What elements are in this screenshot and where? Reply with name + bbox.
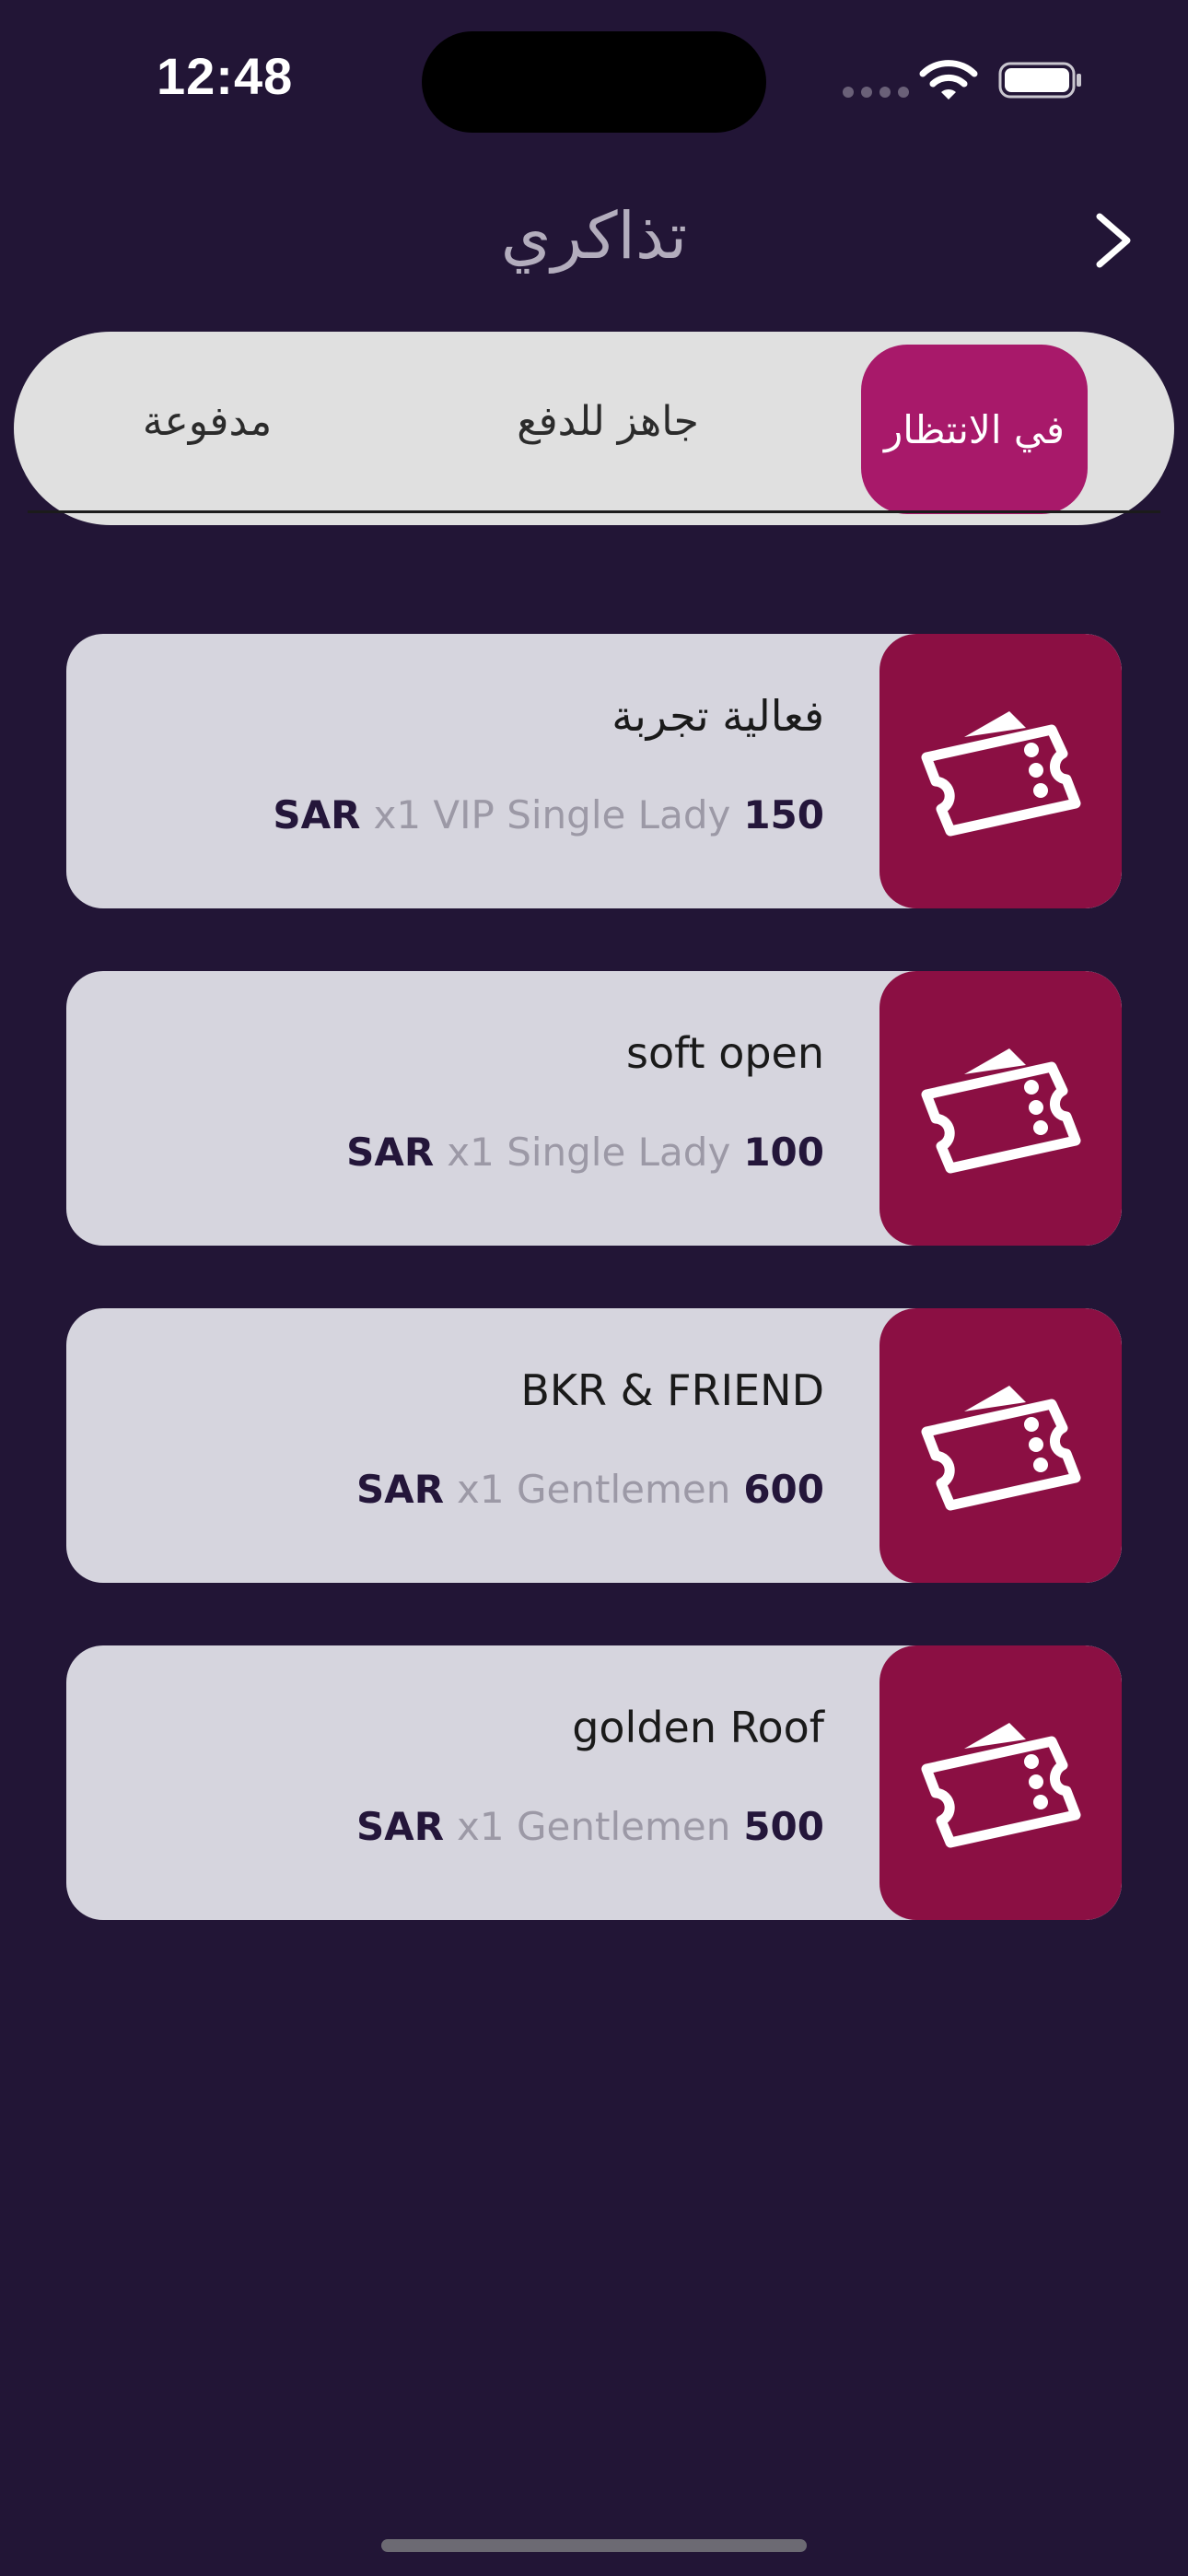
ticket-currency: SAR <box>273 792 361 837</box>
ticket-price: 600 <box>743 1467 824 1512</box>
tab-paid[interactable]: مدفوعة <box>69 332 345 510</box>
ticket-name: فعالية تجربة <box>611 691 824 741</box>
ticket-icon <box>921 1048 1080 1174</box>
ticket-card[interactable]: BKR & FRIEND SAR x1 Gentlemen 600 <box>66 1308 1122 1583</box>
ticket-icon-box <box>879 634 1122 908</box>
ticket-detail: SAR x1 Gentlemen 600 <box>356 1467 824 1512</box>
status-time: 12:48 <box>157 47 294 105</box>
ticket-name: BKR & FRIEND <box>520 1365 824 1415</box>
ticket-description: x1 Gentlemen <box>457 1467 731 1512</box>
ticket-detail: SAR x1 Single Lady 100 <box>346 1130 824 1175</box>
ticket-card[interactable]: golden Roof SAR x1 Gentlemen 500 <box>66 1645 1122 1920</box>
dynamic-island <box>422 31 766 133</box>
cellular-signal-icon <box>843 87 909 98</box>
tab-ready-to-pay[interactable]: جاهز للدفع <box>433 332 783 510</box>
back-chevron-icon[interactable] <box>1087 207 1142 274</box>
tabs-divider <box>28 510 1160 513</box>
ticket-detail: SAR x1 VIP Single Lady 150 <box>273 792 824 837</box>
ticket-description: x1 VIP Single Lady <box>373 792 731 837</box>
page-title: تذاكري <box>500 198 688 274</box>
ticket-card[interactable]: soft open SAR x1 Single Lady 100 <box>66 971 1122 1246</box>
ticket-currency: SAR <box>355 1804 445 1849</box>
home-indicator[interactable] <box>381 2539 807 2552</box>
ticket-name: soft open <box>626 1028 824 1078</box>
ticket-price: 500 <box>743 1804 824 1849</box>
ticket-description: x1 Gentlemen <box>457 1804 731 1849</box>
ticket-description: x1 Single Lady <box>447 1130 731 1175</box>
ticket-icon <box>921 711 1080 837</box>
wifi-icon <box>919 60 978 100</box>
battery-icon <box>998 62 1081 99</box>
tab-pending[interactable]: في الانتظار <box>861 345 1088 514</box>
ticket-currency: SAR <box>355 1467 445 1512</box>
ticket-status-tabs: مدفوعة جاهز للدفع في الانتظار <box>14 332 1174 525</box>
ticket-name: golden Roof <box>572 1703 824 1752</box>
ticket-price: 150 <box>743 792 824 837</box>
ticket-icon <box>921 1723 1080 1848</box>
ticket-detail: SAR x1 Gentlemen 500 <box>356 1804 824 1849</box>
ticket-icon-box <box>879 971 1122 1246</box>
ticket-icon <box>921 1386 1080 1511</box>
ticket-price: 100 <box>743 1130 824 1175</box>
ticket-icon-box <box>879 1308 1122 1583</box>
ticket-icon-box <box>879 1645 1122 1920</box>
ticket-currency: SAR <box>346 1130 435 1175</box>
ticket-card[interactable]: فعالية تجربة SAR x1 VIP Single Lady 150 <box>66 634 1122 908</box>
